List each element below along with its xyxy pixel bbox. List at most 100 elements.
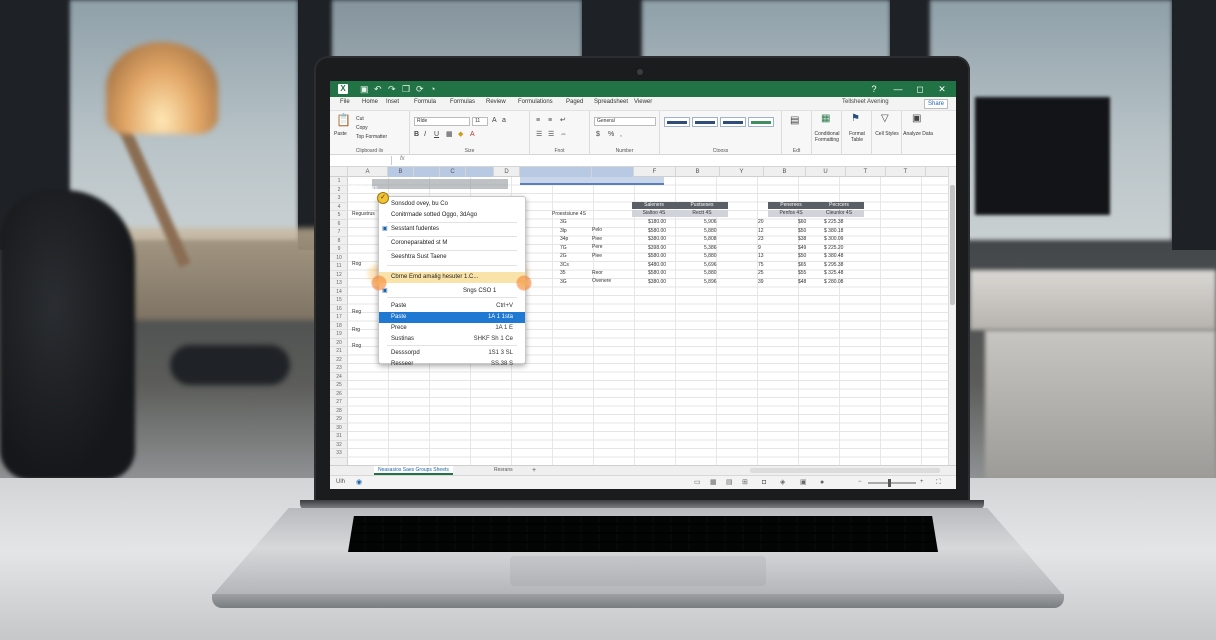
column-header[interactable]	[466, 167, 494, 177]
row-header[interactable]: 22	[330, 356, 348, 364]
restore-button[interactable]: ◻	[914, 82, 926, 96]
table-cell[interactable]: $49	[798, 245, 806, 252]
editing-icon[interactable]: ▤	[790, 116, 799, 126]
context-menu-item[interactable]: Resseer SS.38 S	[379, 359, 525, 370]
merge-icon[interactable]: ⇔	[560, 131, 567, 139]
table-cell[interactable]: $ 380.48	[824, 253, 843, 260]
help-button[interactable]: ?	[868, 82, 880, 96]
minimize-button[interactable]: —	[892, 82, 904, 96]
table-cell[interactable]: $60	[798, 219, 806, 226]
align-center-icon[interactable]: ☰	[548, 131, 554, 139]
cell[interactable]: 35	[560, 270, 566, 277]
select-all-corner[interactable]	[330, 167, 348, 177]
name-box[interactable]	[332, 156, 392, 165]
selected-cells[interactable]	[372, 179, 508, 189]
context-menu-item[interactable]: Coroneparabted st M	[379, 238, 525, 249]
table-subheader[interactable]: Sialtoo 4S	[632, 210, 676, 217]
touch-mode-icon[interactable]: ◔	[430, 83, 435, 95]
table-subheader[interactable]: Cleunlor 4S	[814, 210, 864, 217]
command-analyze[interactable]: ▣ Analyze Data	[902, 111, 934, 155]
column-header[interactable]: B	[388, 167, 414, 177]
row-header[interactable]: 8	[330, 237, 348, 245]
row-header[interactable]: 26	[330, 390, 348, 398]
row-header[interactable]: 23	[330, 364, 348, 373]
zoom-in-button[interactable]: +	[920, 479, 924, 485]
table-header[interactable]: Pecrcers	[814, 202, 864, 209]
redo-icon[interactable]: ↷	[388, 83, 396, 95]
display-settings-icon[interactable]: ▭	[694, 478, 701, 487]
row-header[interactable]: 13	[330, 279, 348, 288]
cell[interactable]: Sls Sealaro	[352, 185, 378, 192]
font-color-icon[interactable]: A	[470, 131, 475, 139]
cell[interactable]: Rog	[352, 261, 361, 268]
row-header[interactable]: 16	[330, 305, 348, 313]
fill-color-icon[interactable]: ◆	[458, 131, 463, 139]
row-header[interactable]: 33	[330, 449, 348, 458]
row-header[interactable]: 32	[330, 441, 348, 449]
align-middle-icon[interactable]: ≡	[548, 117, 552, 125]
cell[interactable]: 3G	[560, 279, 567, 286]
context-menu-item[interactable]: Prece 1A 1 E	[379, 323, 525, 334]
cell[interactable]: 34p	[560, 236, 568, 243]
row-header[interactable]: 9	[330, 245, 348, 254]
column-header[interactable]: Y	[720, 167, 764, 177]
tab-spreadsheet[interactable]: Spreadsheet	[594, 99, 628, 105]
table-cell[interactable]: 5,880	[704, 228, 717, 235]
row-header[interactable]: 11	[330, 262, 348, 271]
shrink-font-icon[interactable]: a	[502, 117, 506, 125]
table-cell[interactable]: $ 300.09	[824, 236, 843, 243]
column-header[interactable]	[520, 167, 592, 177]
table-cell[interactable]: 13	[758, 253, 764, 260]
row-header[interactable]: 18	[330, 322, 348, 330]
cell[interactable]: Plee	[592, 253, 602, 260]
percent-icon[interactable]: %	[608, 131, 614, 139]
currency-icon[interactable]: $	[596, 131, 600, 139]
sheet-tab[interactable]: Resrans	[490, 466, 517, 475]
cell[interactable]: 3lp	[560, 228, 567, 235]
table-cell[interactable]: $580.00	[648, 270, 666, 277]
page-layout-icon[interactable]: ▤	[726, 478, 733, 487]
table-cell[interactable]: 75	[758, 262, 764, 269]
row-header[interactable]: 27	[330, 398, 348, 407]
paste-icon[interactable]: 📋	[336, 114, 351, 126]
table-cell[interactable]: $180.00	[648, 219, 666, 226]
accessibility-icon[interactable]: ◉	[356, 478, 362, 487]
table-cell[interactable]: $580.00	[648, 228, 666, 235]
cell[interactable]: Proestsiune 4S	[552, 211, 586, 218]
command-format-table[interactable]: ⚑ Format Table	[842, 111, 872, 155]
table-cell[interactable]: $ 225.20	[824, 245, 843, 252]
row-header[interactable]: 6	[330, 220, 348, 228]
row-header[interactable]: 25	[330, 381, 348, 390]
table-cell[interactable]: $380.00	[648, 236, 666, 243]
normal-view-icon[interactable]: ▦	[710, 478, 717, 487]
row-header[interactable]: 17	[330, 313, 348, 322]
borders-icon[interactable]: ▦	[446, 131, 453, 139]
table-cell[interactable]: $ 325.48	[824, 270, 843, 277]
context-menu-item[interactable]: Paste 1A 1 1sta	[379, 312, 525, 323]
table-header[interactable]: Pustseses	[676, 202, 728, 209]
cell[interactable]: Regustrus	[352, 211, 375, 218]
row-header[interactable]: 29	[330, 415, 348, 424]
tab-review[interactable]: Review	[486, 99, 506, 105]
zoom-slider[interactable]	[868, 482, 916, 484]
number-format-select[interactable]: General	[594, 117, 656, 126]
context-menu-item[interactable]: Sustinas SHKF Sh 1 Ce	[379, 334, 525, 345]
table-cell[interactable]: $55	[798, 270, 806, 277]
table-cell[interactable]: $ 280.08	[824, 279, 843, 286]
row-header[interactable]: 10	[330, 254, 348, 262]
context-menu-item[interactable]: Seeshtra Sust Taene	[379, 252, 525, 263]
tab-home[interactable]: Home	[362, 99, 378, 105]
table-cell[interactable]: $65	[798, 262, 806, 269]
table-cell[interactable]: 5,696	[704, 262, 717, 269]
table-cell[interactable]: 25	[758, 270, 764, 277]
align-top-icon[interactable]: ≡	[536, 117, 540, 125]
column-header[interactable]: A	[348, 167, 388, 177]
context-menu-item[interactable]: Cbrne Emd amalig hesuter 1.C...	[379, 272, 525, 283]
table-cell[interactable]: 20	[758, 219, 764, 226]
cell[interactable]: Rog	[352, 343, 361, 350]
column-header[interactable]: B	[764, 167, 806, 177]
row-header[interactable]: 24	[330, 373, 348, 381]
cut-button[interactable]: Cut	[356, 116, 364, 122]
vertical-scrollbar[interactable]	[948, 167, 956, 465]
sheet-tab-active[interactable]: Neasasios Saes Groups Sheets	[374, 466, 453, 475]
